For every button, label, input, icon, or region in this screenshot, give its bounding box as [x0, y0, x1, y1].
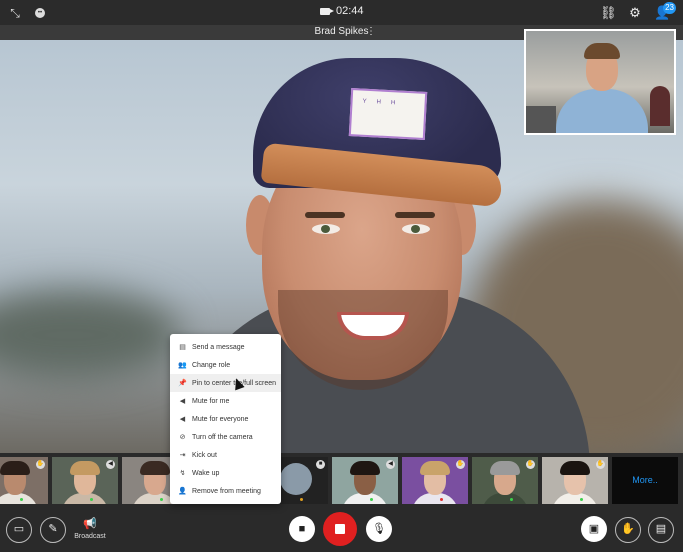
- speaker-icon: ◀: [179, 398, 186, 405]
- menu-item-turn-off-camera[interactable]: ⊘ Turn off the camera: [170, 428, 281, 446]
- contact-card-button[interactable]: ▣: [581, 516, 607, 542]
- speaker-brow: [395, 212, 435, 218]
- raise-hand-button[interactable]: ✋: [615, 517, 641, 543]
- avatar: [280, 463, 312, 495]
- pin-icon: 📌: [178, 380, 187, 387]
- participant-tile[interactable]: ✋: [542, 457, 608, 504]
- chat-button[interactable]: ▤: [648, 517, 674, 543]
- hand-icon: ✋: [596, 460, 605, 469]
- participant-context-menu: ▤ Send a message 👥 Change role 📌 Pin to cen…: [170, 334, 281, 504]
- participant-tile[interactable]: ✋: [472, 457, 538, 504]
- exit-icon: ⇥: [179, 452, 186, 459]
- office-desk: [526, 106, 556, 133]
- menu-item-wake-up[interactable]: ↯ Wake up: [170, 464, 281, 482]
- minimize-icon[interactable]: ⤡: [8, 6, 22, 20]
- menu-item-pin[interactable]: 📌 Pin to center tile/full screen: [170, 374, 281, 392]
- gear-icon[interactable]: ⚙: [627, 5, 643, 21]
- participants-button[interactable]: 👤 23: [654, 2, 676, 21]
- hand-icon: ✋: [456, 460, 465, 469]
- wake-icon: ↯: [179, 470, 186, 477]
- menu-item-mute-for-me[interactable]: ◀ Mute for me: [170, 392, 281, 410]
- call-timer: 02:44: [320, 5, 364, 17]
- speaker-eye: [402, 224, 430, 234]
- camera-button[interactable]: ■: [289, 516, 315, 542]
- menu-item-send-message[interactable]: ▤ Send a message: [170, 338, 281, 356]
- camera-icon: ■: [298, 523, 306, 535]
- background-person: [650, 86, 670, 126]
- timer-value: 02:44: [336, 5, 364, 17]
- menu-item-change-role[interactable]: 👥 Change role: [170, 356, 281, 374]
- emoji-icon[interactable]: ••: [35, 8, 45, 18]
- participants-count-badge: 23: [663, 2, 676, 14]
- participant-tile[interactable]: ◀: [52, 457, 118, 504]
- message-icon: ▤: [179, 344, 186, 351]
- screen-share-button[interactable]: ▭: [6, 517, 32, 543]
- people-icon: 👥: [178, 362, 187, 369]
- more-participants-button[interactable]: More..: [612, 457, 678, 504]
- hand-icon: ✋: [526, 460, 535, 469]
- monitor-icon: ▭: [13, 523, 25, 535]
- stop-recording-button[interactable]: [323, 512, 357, 546]
- broadcast-button[interactable]: 📢 Broadcast: [72, 517, 108, 540]
- participant-tile[interactable]: ✋: [402, 457, 468, 504]
- draw-button[interactable]: ✎: [40, 517, 66, 543]
- participant-tile[interactable]: ✋: [0, 457, 48, 504]
- camera-icon: [320, 7, 334, 15]
- participant-strip: ✋ ◀ ■ ◀ ✋ ✋ ✋ More..: [0, 453, 683, 509]
- broadcast-label: Broadcast: [74, 533, 106, 540]
- speaker-icon: ◀: [386, 460, 395, 469]
- menu-item-remove-from-meeting[interactable]: 👤 Remove from meeting: [170, 482, 281, 500]
- self-view-video[interactable]: [524, 29, 676, 135]
- hand-icon: ✋: [621, 523, 635, 535]
- menu-item-mute-for-everyone[interactable]: ◀ Mute for everyone: [170, 410, 281, 428]
- speaker-icon: ◀: [179, 416, 186, 423]
- remove-person-icon: 👤: [178, 488, 187, 495]
- hand-icon: ✋: [36, 460, 45, 469]
- speaker-brow: [305, 212, 345, 218]
- bottom-toolbar: ▭ ✎ 📢 Broadcast ■ 🎙 ▣ ✋ ▤: [0, 509, 683, 552]
- contact-card-icon: ▣: [588, 523, 600, 535]
- speaker-icon: ◀: [106, 460, 115, 469]
- self-hair: [584, 43, 620, 59]
- participant-tile[interactable]: ◀: [332, 457, 398, 504]
- brush-icon: ✎: [48, 523, 58, 535]
- menu-item-kick-out[interactable]: ⇥ Kick out: [170, 446, 281, 464]
- camera-icon: ■: [316, 460, 325, 469]
- link-icon[interactable]: ⛓: [600, 5, 617, 21]
- speaker-eye: [312, 224, 340, 234]
- microphone-icon: 🎙: [372, 523, 386, 535]
- camera-off-icon: ⊘: [179, 434, 186, 441]
- megaphone-icon: 📢: [83, 518, 97, 530]
- cap-patch-logo: YHH: [348, 88, 428, 140]
- self-shirt: [556, 89, 648, 133]
- microphone-button[interactable]: 🎙: [366, 516, 392, 542]
- top-bar: ⤡ •• 02:44 ⛓ ⚙ 👤 23: [0, 0, 683, 25]
- chat-icon: ▤: [655, 523, 667, 535]
- kebab-menu-icon[interactable]: ⋮: [366, 26, 376, 37]
